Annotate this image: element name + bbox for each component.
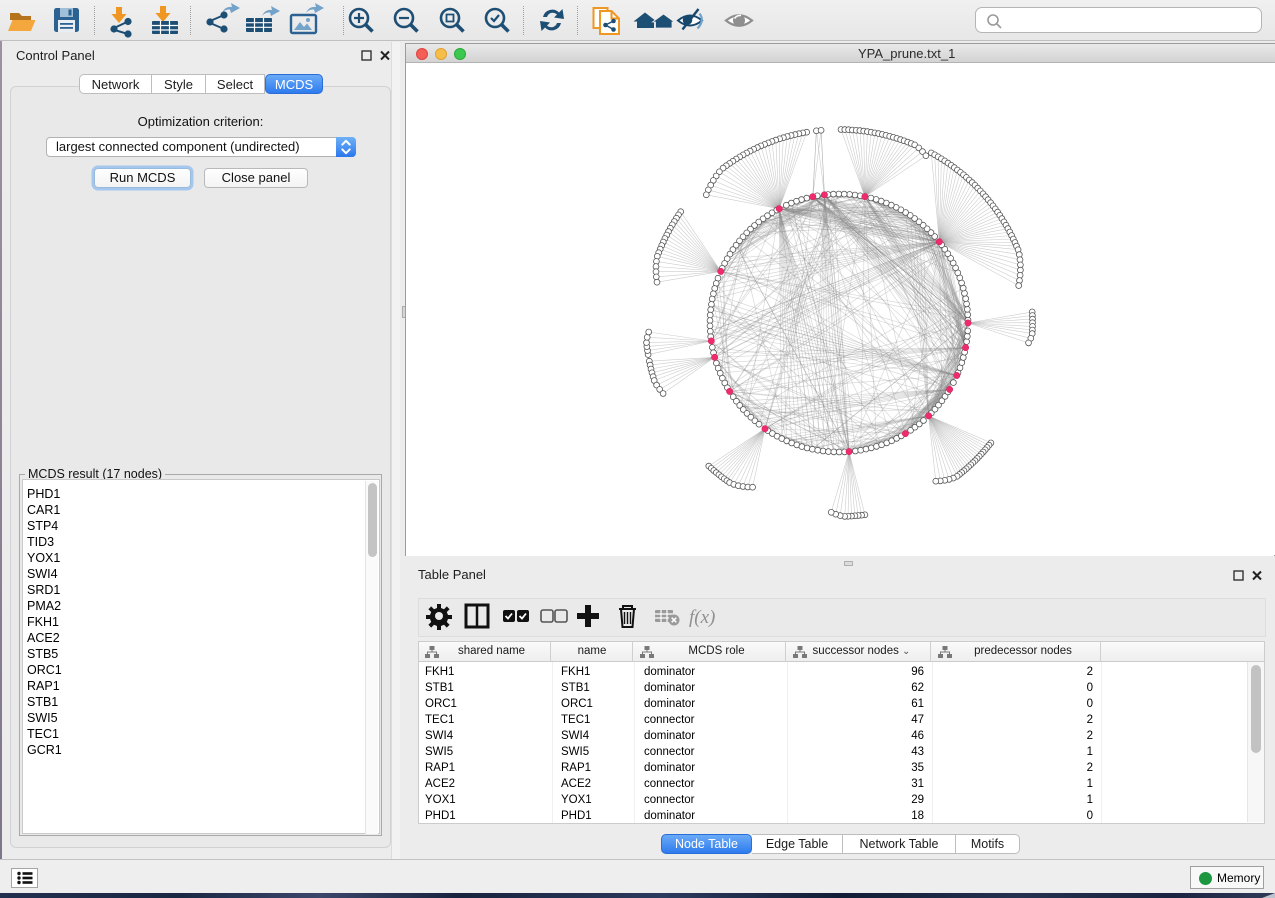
svg-text:f(x): f(x) [689,607,715,628]
